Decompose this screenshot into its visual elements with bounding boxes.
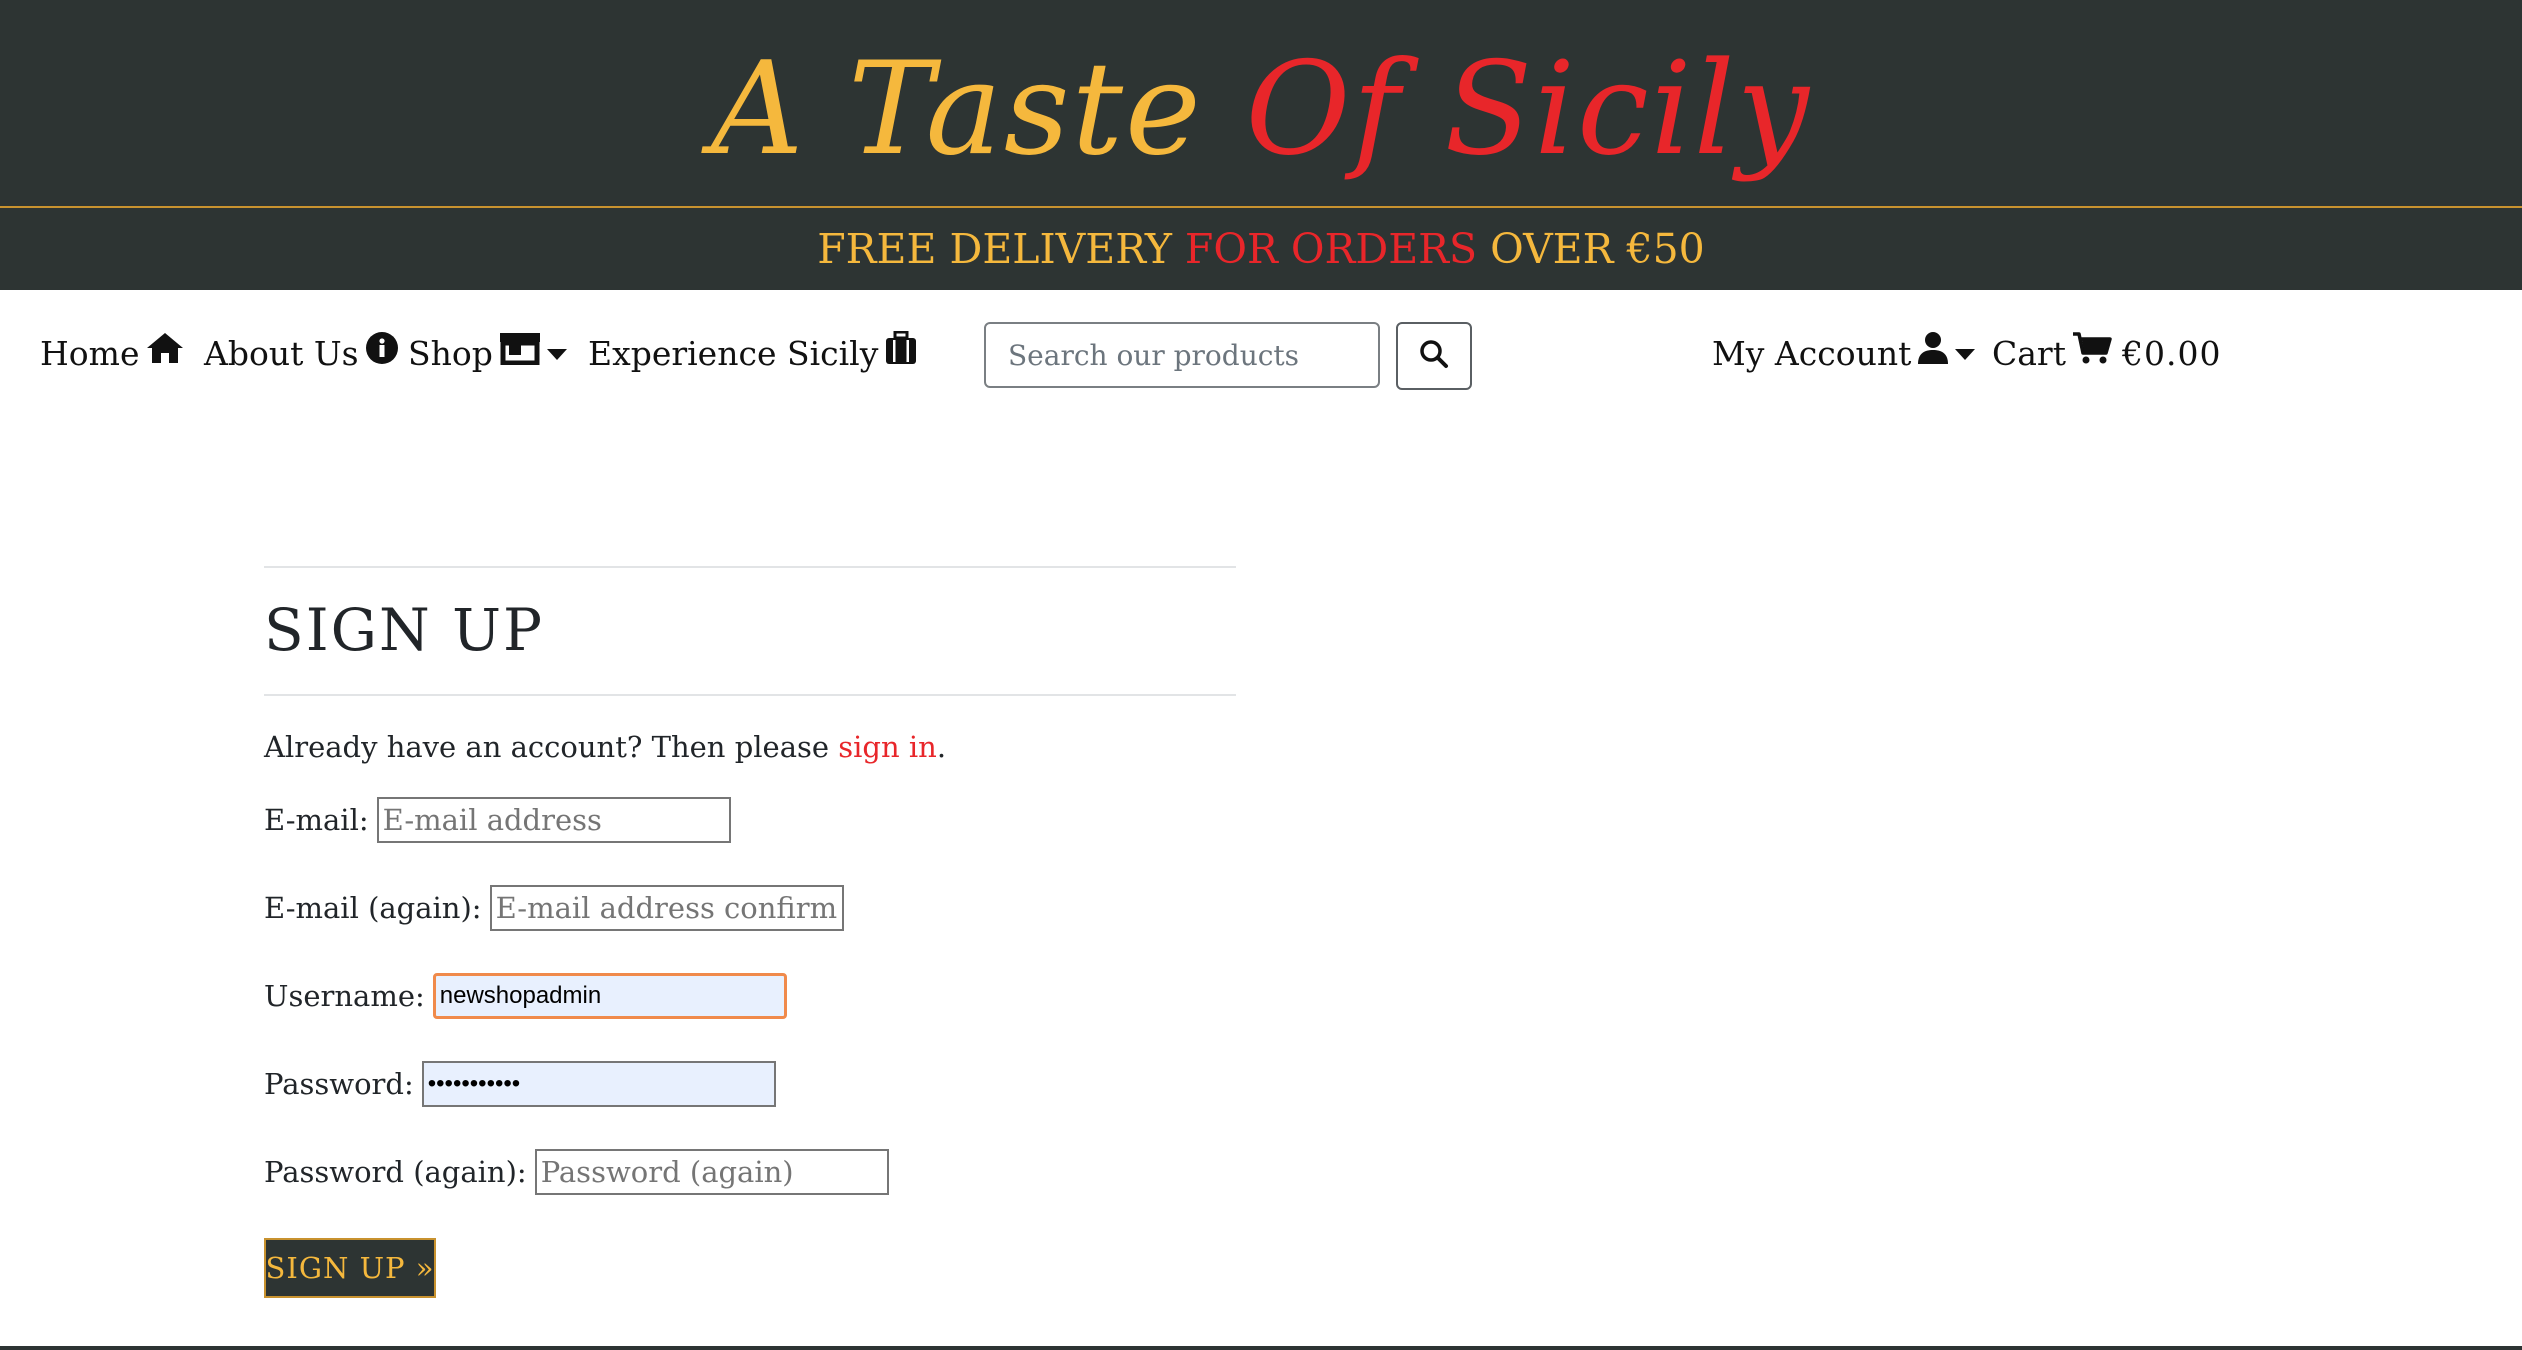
- signup-button[interactable]: SIGN UP »: [264, 1238, 436, 1298]
- signin-prefix: Already have an account? Then please: [264, 730, 839, 764]
- divider-top: [264, 566, 1236, 568]
- chevron-down-icon: [1955, 348, 1976, 360]
- store-icon: [493, 326, 541, 382]
- nav-about[interactable]: About Us: [204, 326, 399, 382]
- delivery-text-1: FREE DELIVERY: [817, 225, 1185, 273]
- delivery-banner: FREE DELIVERY FOR ORDERS OVER €50: [0, 208, 2522, 290]
- nav-home-label: Home: [40, 334, 140, 373]
- nav-experience[interactable]: Experience Sicily: [588, 326, 918, 382]
- search-icon: [1419, 339, 1449, 373]
- search-button[interactable]: [1396, 322, 1472, 390]
- logo-text-of: Of: [1245, 35, 1402, 184]
- nav-cart-label: Cart: [1992, 334, 2066, 373]
- email-confirm-label: E-mail (again):: [264, 891, 482, 925]
- footer-edge: [0, 1346, 2522, 1350]
- search-input[interactable]: [984, 322, 1380, 388]
- divider-bottom: [264, 694, 1236, 696]
- signin-suffix: .: [936, 730, 947, 764]
- header-banner: A Taste Of Sicily: [0, 0, 2522, 208]
- signin-prompt: Already have an account? Then please sig…: [264, 724, 946, 770]
- username-label: Username:: [264, 979, 425, 1013]
- signin-link[interactable]: sign in: [838, 730, 937, 764]
- delivery-text-3: OVER €50: [1477, 225, 1705, 273]
- nav-experience-label: Experience Sicily: [588, 334, 879, 373]
- password-confirm-field[interactable]: [534, 1149, 889, 1195]
- password-row: Password:: [264, 1060, 776, 1108]
- nav-about-label: About Us: [204, 334, 359, 373]
- password-confirm-row: Password (again):: [264, 1148, 889, 1196]
- logo-text-red: Sicily: [1444, 35, 1811, 184]
- chevron-down-icon: [546, 348, 567, 360]
- username-field[interactable]: [432, 973, 787, 1019]
- cart-total: €0.00: [2121, 334, 2222, 373]
- email-label: E-mail:: [264, 803, 369, 837]
- logo-text-gold: A Taste: [711, 35, 1246, 184]
- delivery-text-2: FOR ORDERS: [1184, 225, 1478, 273]
- nav-shop-label: Shop: [408, 334, 493, 373]
- email-row: E-mail:: [264, 796, 731, 844]
- page-title: SIGN UP: [264, 596, 545, 664]
- email-confirm-field[interactable]: [489, 885, 844, 931]
- home-icon: [139, 326, 185, 382]
- password-field[interactable]: [421, 1061, 776, 1107]
- site-logo[interactable]: A Taste Of Sicily: [0, 30, 2522, 190]
- info-circle-icon: [359, 326, 399, 382]
- username-row: Username:: [264, 972, 787, 1020]
- suitcase-icon: [878, 326, 918, 382]
- email-field[interactable]: [376, 797, 731, 843]
- password-confirm-label: Password (again):: [264, 1155, 527, 1189]
- user-icon: [1911, 326, 1949, 382]
- nav-home[interactable]: Home: [40, 326, 185, 382]
- password-label: Password:: [264, 1067, 414, 1101]
- nav-my-account[interactable]: My Account: [1712, 326, 1976, 382]
- nav-shop[interactable]: Shop: [408, 326, 567, 382]
- email-confirm-row: E-mail (again):: [264, 884, 844, 932]
- nav-cart[interactable]: Cart €0.00: [1992, 326, 2221, 382]
- nav-account-label: My Account: [1712, 334, 1912, 373]
- cart-icon: [2066, 326, 2112, 382]
